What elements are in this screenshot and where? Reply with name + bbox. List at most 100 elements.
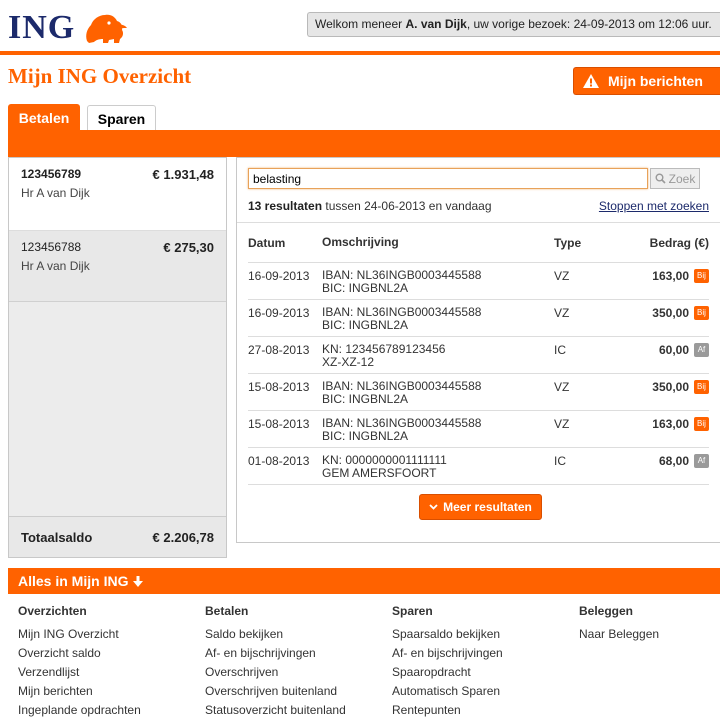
row-type: IC — [554, 454, 566, 468]
row-amount-cell: 68,00 Af — [614, 454, 709, 468]
messages-button[interactable]: Mijn berichten — [573, 67, 720, 95]
search-area: Zoek 13 resultaten tussen 24-06-2013 en … — [237, 158, 720, 223]
row-date: 27-08-2013 — [248, 343, 310, 357]
row-description-line2: GEM AMERSFOORT — [322, 466, 437, 480]
row-amount-cell: 60,00 Af — [614, 343, 709, 357]
result-range: tussen 24-06-2013 en vandaag — [322, 199, 492, 213]
welcome-message: Welkom meneer A. van Dijk, uw vorige bez… — [307, 12, 720, 37]
table-row[interactable]: 16-09-2013 IBAN: NL36INGB0003445588 BIC: I… — [248, 300, 709, 337]
footer-heading: Beleggen — [579, 604, 634, 618]
footer-link[interactable]: Mijn ING Overzicht — [18, 627, 141, 646]
more-results-button[interactable]: Meer resultaten — [419, 494, 542, 520]
magnifier-icon — [655, 173, 666, 184]
footer-link[interactable]: Overzicht saldo — [18, 646, 141, 665]
transactions-panel: Zoek 13 resultaten tussen 24-06-2013 en … — [236, 157, 720, 543]
search-input[interactable] — [248, 168, 648, 189]
debit-credit-badge: Bij — [694, 380, 709, 394]
messages-button-label: Mijn berichten — [608, 73, 703, 89]
row-amount: 350,00 — [652, 380, 689, 394]
footer-link[interactable]: Overschrijven — [205, 665, 346, 684]
row-date: 16-09-2013 — [248, 269, 310, 283]
row-amount-cell: 350,00 Bij — [614, 306, 709, 320]
header-amount[interactable]: Bedrag (€) — [614, 236, 709, 250]
footer-link[interactable]: Af- en bijschrijvingen — [392, 646, 503, 665]
row-description-line2: BIC: INGBNL2A — [322, 429, 409, 443]
row-description: KN: 123456789123456 XZ-XZ-12 — [322, 343, 554, 369]
arrow-down-icon — [133, 575, 144, 587]
footer-column-overzichten: Overzichten Mijn ING Overzicht Overzicht… — [18, 604, 141, 720]
row-type: VZ — [554, 306, 570, 320]
footer-link[interactable]: Overschrijven buitenland — [205, 684, 346, 703]
row-description-line2: XZ-XZ-12 — [322, 355, 375, 369]
tab-content-bar — [8, 130, 720, 157]
header-type[interactable]: Type — [554, 236, 614, 250]
table-header: Datum Omschrijving Type Bedrag (€) — [248, 233, 709, 263]
table-row[interactable]: 27-08-2013 KN: 123456789123456 XZ-XZ-12 IC 6… — [248, 337, 709, 374]
alles-in-mijn-ing-bar[interactable]: Alles in Mijn ING — [8, 568, 720, 594]
row-description: IBAN: NL36INGB0003445588 BIC: INGBNL2A — [322, 306, 554, 332]
row-type: VZ — [554, 269, 570, 283]
footer-link[interactable]: Automatisch Sparen — [392, 684, 503, 703]
search-button[interactable]: Zoek — [650, 168, 700, 189]
footer-link[interactable]: Af- en bijschrijvingen — [205, 646, 346, 665]
more-results-label: Meer resultaten — [443, 500, 532, 514]
footer-link[interactable]: Verzendlijst — [18, 665, 141, 684]
footer-column-sparen: Sparen Spaarsaldo bekijken Af- en bijsch… — [392, 604, 503, 720]
footer-link[interactable]: Naar Beleggen — [579, 627, 659, 646]
row-amount: 350,00 — [652, 306, 689, 320]
footer-column-betalen: Betalen Saldo bekijken Af- en bijschrijv… — [205, 604, 346, 720]
tab-sparen[interactable]: Sparen — [87, 105, 156, 131]
result-count: 13 resultaten — [248, 199, 323, 213]
lion-icon — [86, 14, 128, 43]
warning-icon — [583, 74, 599, 88]
row-amount: 163,00 — [652, 417, 689, 431]
stop-search-link[interactable]: Stoppen met zoeken — [599, 199, 709, 213]
account-balance: € 1.931,48 — [152, 167, 214, 182]
accounts-panel: 123456789 € 1.931,48 Hr A van Dijk 12345… — [8, 157, 227, 558]
footer-link[interactable]: Ingeplande opdrachten — [18, 703, 141, 720]
row-date: 01-08-2013 — [248, 454, 310, 468]
row-description: IBAN: NL36INGB0003445588 BIC: INGBNL2A — [322, 417, 554, 443]
account-holder: Hr A van Dijk — [21, 186, 90, 200]
account-item[interactable]: 123456788 € 275,30 Hr A van Dijk — [9, 230, 226, 302]
tab-betalen[interactable]: Betalen — [8, 104, 80, 131]
welcome-suffix: , uw vorige bezoek: 24-09-2013 om 12:06 … — [466, 17, 712, 31]
page-title: Mijn ING Overzicht — [8, 64, 192, 88]
footer-link[interactable]: Statusoverzicht buitenland — [205, 703, 346, 720]
footer-link[interactable]: Mijn berichten — [18, 684, 141, 703]
row-date: 16-09-2013 — [248, 306, 310, 320]
row-description: KN: 0000000001111111 GEM AMERSFOORT — [322, 454, 554, 480]
row-amount-cell: 350,00 Bij — [614, 380, 709, 394]
welcome-prefix: Welkom meneer — [315, 17, 406, 31]
footer-link[interactable]: Spaarsaldo bekijken — [392, 627, 503, 646]
row-description-line2: BIC: INGBNL2A — [322, 392, 409, 406]
footer-link[interactable]: Rentepunten — [392, 703, 503, 720]
table-row[interactable]: 15-08-2013 IBAN: NL36INGB0003445588 BIC: I… — [248, 411, 709, 448]
debit-credit-badge: Bij — [694, 306, 709, 320]
header-date[interactable]: Datum — [248, 236, 322, 250]
footer-heading: Overzichten — [18, 604, 87, 618]
account-item[interactable]: 123456789 € 1.931,48 Hr A van Dijk — [9, 158, 226, 230]
transactions-table: Datum Omschrijving Type Bedrag (€) 16-09… — [248, 233, 709, 485]
row-description-line2: BIC: INGBNL2A — [322, 281, 409, 295]
alles-label: Alles in Mijn ING — [18, 573, 129, 589]
ing-logo[interactable]: ING — [8, 10, 129, 46]
footer-link[interactable]: Saldo bekijken — [205, 627, 346, 646]
debit-credit-badge: Af — [694, 454, 709, 468]
account-balance: € 275,30 — [163, 240, 214, 255]
row-type: VZ — [554, 380, 570, 394]
total-label: Totaalsaldo — [21, 529, 93, 545]
table-row[interactable]: 01-08-2013 KN: 0000000001111111 GEM AMERSF… — [248, 448, 709, 485]
chevron-down-icon — [429, 504, 438, 510]
header-description[interactable]: Omschrijving — [322, 236, 554, 249]
row-amount: 163,00 — [652, 269, 689, 283]
footer-column-beleggen: Beleggen Naar Beleggen — [579, 604, 659, 646]
debit-credit-badge: Bij — [694, 269, 709, 283]
footer-link[interactable]: Spaaropdracht — [392, 665, 503, 684]
row-type: VZ — [554, 417, 570, 431]
table-row[interactable]: 15-08-2013 IBAN: NL36INGB0003445588 BIC: I… — [248, 374, 709, 411]
table-row[interactable]: 16-09-2013 IBAN: NL36INGB0003445588 BIC: I… — [248, 263, 709, 300]
footer-heading: Betalen — [205, 604, 249, 618]
total-amount: € 2.206,78 — [152, 529, 214, 545]
row-description: IBAN: NL36INGB0003445588 BIC: INGBNL2A — [322, 380, 554, 406]
